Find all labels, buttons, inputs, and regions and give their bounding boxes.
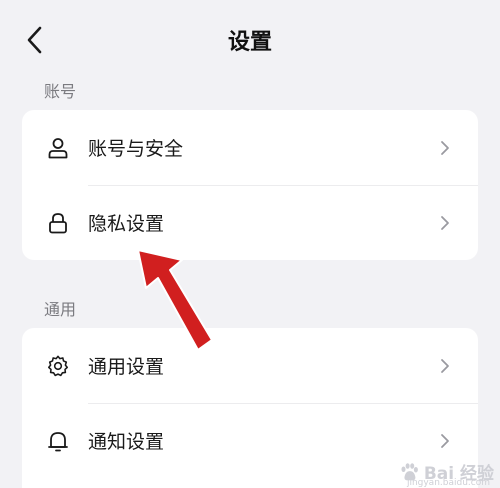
header-bar: 设置	[0, 0, 500, 78]
chevron-right-icon	[438, 432, 452, 450]
bell-icon	[46, 429, 70, 453]
chevron-right-icon	[438, 214, 452, 232]
list-item-label: 通用设置	[88, 356, 165, 378]
section-label-general: 通用	[44, 300, 77, 319]
list-item-account-security[interactable]: 账号与安全	[22, 110, 478, 185]
list-item-label: 账号与安全	[88, 138, 184, 160]
chevron-right-icon	[438, 139, 452, 157]
list-item-label: 隐私设置	[88, 213, 165, 235]
gear-icon	[46, 354, 70, 378]
watermark-url: jingyan.baidu.com	[406, 478, 490, 488]
section-label-account: 账号	[44, 82, 77, 101]
user-icon	[46, 136, 70, 160]
lock-icon	[46, 211, 70, 235]
chevron-right-icon	[438, 357, 452, 375]
page-title: 设置	[227, 30, 272, 55]
list-item-label: 通知设置	[88, 431, 165, 453]
list-item-general-settings[interactable]: 通用设置	[22, 328, 478, 403]
account-card: 账号与安全 隐私设置	[22, 110, 478, 260]
list-item-privacy-settings[interactable]: 隐私设置	[22, 185, 478, 260]
